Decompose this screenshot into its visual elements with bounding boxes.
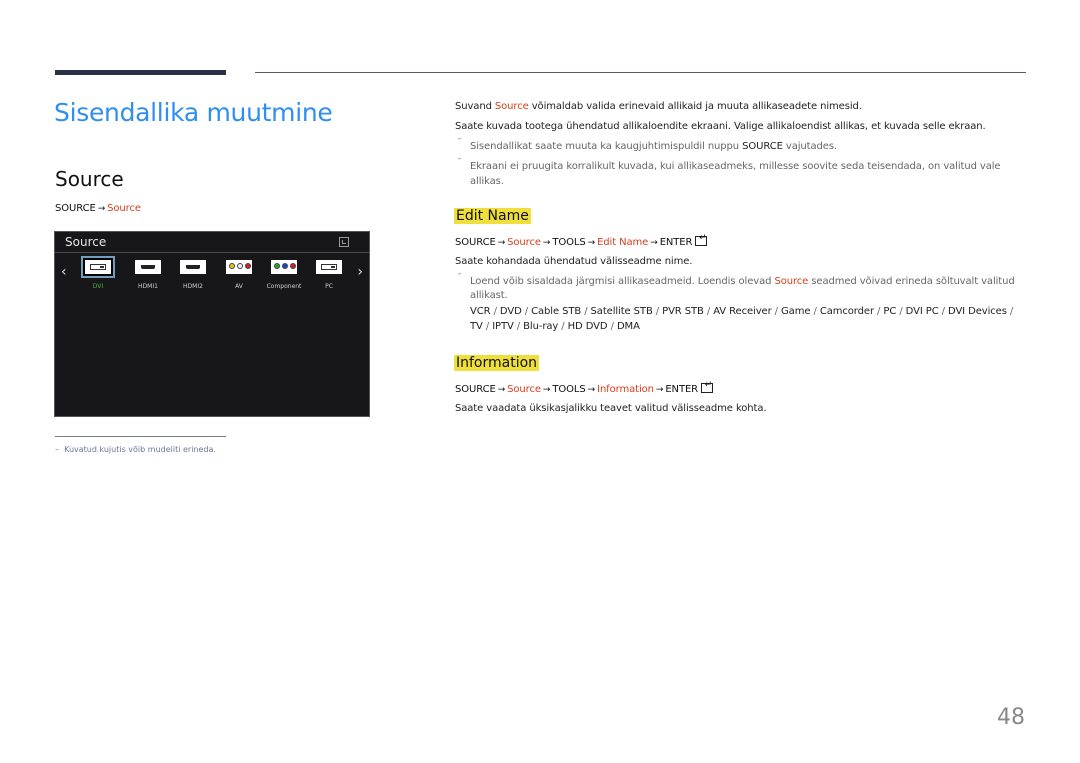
header-rule-thick [55, 70, 226, 75]
edit-name-note: ¯ Loend võib sisaldada järgmisi allikasea… [457, 273, 1015, 287]
separator: / [521, 306, 532, 317]
device-name: Cable STB [531, 306, 582, 317]
device-list-line-1: VCR / DVD / Cable STB / Satellite STB / … [470, 306, 1013, 317]
intro-paragraph-1: Suvand Source võimaldab valida erinevaid… [455, 101, 862, 112]
pc-port-icon [316, 260, 342, 274]
source-label: DVI [92, 283, 104, 290]
edit-name-desc: Saate kohandada ühendatud välisseadme ni… [455, 256, 693, 267]
header-rule-thin [255, 72, 1026, 73]
note-2: ¯ Ekraani ei pruugita korralikult kuvada,… [457, 158, 1001, 172]
device-name: HD DVD [567, 321, 608, 332]
arrow: → [97, 204, 106, 214]
source-label: Component [266, 283, 302, 290]
separator: / [513, 321, 524, 332]
source-item-av[interactable]: AV [219, 260, 259, 290]
enter-icon [695, 233, 708, 246]
footnote-rule [55, 436, 226, 437]
component-port-icon [271, 260, 297, 274]
source-label: PC [325, 283, 333, 290]
information-desc: Saate vaadata üksikasjalikku teavet vali… [455, 403, 767, 414]
device-name: PVR STB [662, 306, 704, 317]
menu-icon[interactable] [339, 237, 349, 247]
device-name: Game [781, 306, 811, 317]
source-item-hdmi1[interactable]: HDMI1 [128, 260, 168, 290]
separator: / [873, 306, 884, 317]
separator: / [581, 306, 591, 317]
section-title: Source [55, 167, 124, 191]
edit-name-note-cont: allikast. [470, 290, 508, 301]
path-root: SOURCE [55, 203, 96, 214]
separator: / [938, 306, 949, 317]
separator: / [703, 306, 714, 317]
separator: / [652, 306, 663, 317]
av-port-icon [226, 260, 252, 274]
page-title: Sisendallika muutmine [54, 98, 333, 127]
separator: / [490, 306, 500, 317]
hdmi-port-icon [135, 260, 161, 274]
device-name: IPTV [492, 321, 514, 332]
intro-paragraph-2: Saate kuvada tootega ühendatud allikaloe… [455, 121, 986, 132]
note-1: ¯ Sisendallikat saate muuta ka kaugjuhtim… [457, 138, 838, 152]
separator: / [810, 306, 820, 317]
dvi-port-icon [83, 258, 113, 276]
menu-path: SOURCE → Source [55, 203, 141, 214]
separator: / [607, 321, 617, 332]
separator: / [896, 306, 906, 317]
device-name: TV [470, 321, 483, 332]
tv-screen-title: Source [65, 235, 107, 249]
edit-name-path: SOURCE → Source → TOOLS → Edit Name → ENTER [455, 233, 708, 248]
device-name: PC [883, 306, 897, 317]
device-list-line-2: TV / IPTV / Blu-ray / HD DVD / DMA [470, 321, 640, 332]
source-label: AV [235, 283, 243, 290]
information-heading: Information [454, 355, 540, 371]
separator: / [771, 306, 782, 317]
chevron-right-icon[interactable]: › [357, 264, 363, 280]
source-label: HDMI2 [183, 283, 203, 290]
footnote: – Kuvatud kujutis võib mudeliti erineda. [55, 445, 216, 454]
edit-name-heading: Edit Name [454, 208, 531, 224]
separator: / [482, 321, 493, 332]
separator: / [1006, 306, 1014, 317]
enter-icon [701, 380, 714, 393]
device-name: DVI Devices [948, 306, 1007, 317]
device-name: DVD [499, 306, 522, 317]
path-target: Source [107, 203, 141, 214]
separator: / [558, 321, 568, 332]
source-item-dvi[interactable]: DVI [78, 258, 118, 290]
page-number: 48 [997, 705, 1025, 730]
tv-source-screen: Source ‹ › DVI HDMI1 HDMI2 AV Component … [54, 231, 370, 417]
hdmi-port-icon [180, 260, 206, 274]
device-name: DMA [616, 321, 640, 332]
source-item-component[interactable]: Component [264, 260, 304, 290]
divider [55, 252, 369, 253]
device-name: Camcorder [819, 306, 874, 317]
device-name: Satellite STB [590, 306, 653, 317]
device-name: AV Receiver [713, 306, 772, 317]
source-label: HDMI1 [138, 283, 158, 290]
device-name: VCR [470, 306, 491, 317]
source-item-hdmi2[interactable]: HDMI2 [173, 260, 213, 290]
source-item-pc[interactable]: PC [309, 260, 349, 290]
device-name: Blu-ray [523, 321, 559, 332]
information-path: SOURCE → Source → TOOLS → Information → ENTER [455, 380, 714, 395]
chevron-left-icon[interactable]: ‹ [61, 264, 67, 280]
note-2-cont: allikas. [470, 176, 504, 187]
device-name: DVI PC [905, 306, 939, 317]
